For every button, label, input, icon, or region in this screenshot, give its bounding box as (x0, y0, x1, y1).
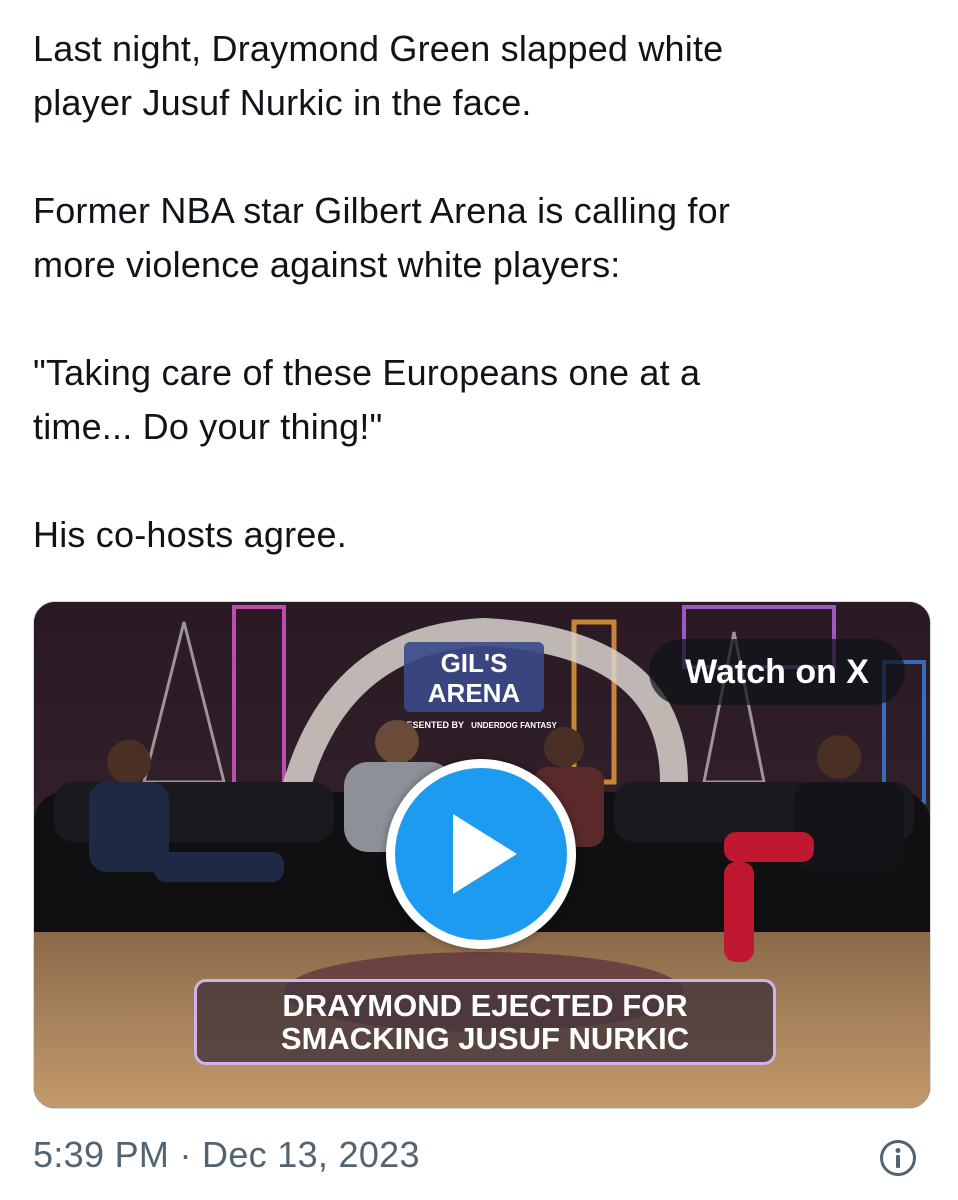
tweet-paragraph: His co-hosts agree. (33, 514, 347, 555)
play-button[interactable] (386, 759, 576, 949)
tweet-text: Last night, Draymond Green slapped white… (33, 22, 933, 562)
tweet-paragraph: "Taking care of these Europeans one at a… (33, 352, 701, 447)
play-icon (453, 814, 517, 894)
sign-title-line2: ARENA (428, 678, 521, 708)
tweet-paragraph: Former NBA star Gilbert Arena is calling… (33, 190, 731, 285)
sign-sponsor: UNDERDOG FANTASY (471, 721, 557, 730)
tweet-timestamp[interactable]: 5:39 PM · Dec 13, 2023 (33, 1134, 420, 1176)
video-player[interactable]: GIL'S ARENA PRESENTED BY UNDERDOG FANTAS… (33, 601, 931, 1109)
play-button-circle (395, 768, 567, 940)
tweet-paragraph: Last night, Draymond Green slapped white… (33, 28, 724, 123)
caption-line: DRAYMOND EJECTED FOR (282, 988, 688, 1023)
watch-on-x-button[interactable]: Watch on X (649, 639, 905, 705)
sign-title-line1: GIL'S (441, 648, 508, 678)
caption-line: SMACKING JUSUF NURKIC (280, 1021, 690, 1056)
info-icon[interactable] (878, 1138, 918, 1178)
video-caption: DRAYMOND EJECTED FOR SMACKING JUSUF NURK… (194, 979, 776, 1065)
